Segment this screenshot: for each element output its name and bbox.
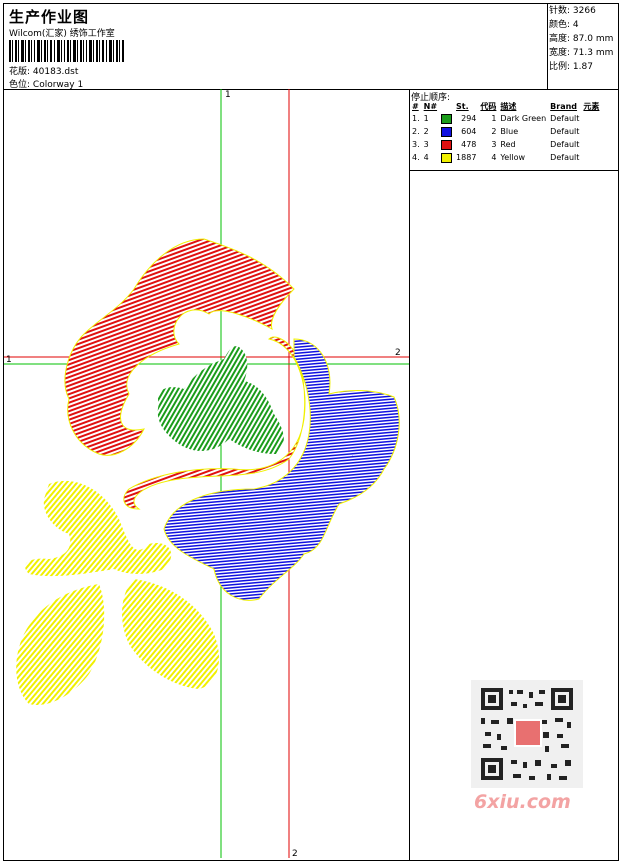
yellow-left-leaf bbox=[16, 584, 105, 705]
panel-divider bbox=[409, 89, 410, 860]
guide-label: 2 bbox=[292, 849, 298, 858]
barcode bbox=[9, 40, 124, 62]
table-header: # N# St. 代码 描述 Brand 元素 bbox=[412, 101, 600, 111]
color-swatch bbox=[441, 113, 453, 124]
design-info: 花版: 40183.dst bbox=[9, 64, 78, 77]
table-row: 3. 3 478 3 Red Default bbox=[412, 139, 580, 150]
color-swatch bbox=[441, 139, 453, 150]
qr-code bbox=[471, 680, 583, 788]
yellow-right-leaf bbox=[122, 579, 219, 689]
embroidery-preview: 1 2 1 2 bbox=[4, 89, 409, 858]
guide-label: 2 bbox=[395, 348, 401, 358]
stats-panel: 针数: 3266 颜色: 4 高度: 87.0 mm 宽度: 71.3 mm 比… bbox=[549, 4, 613, 74]
table-row: 4. 4 1887 4 Yellow Default bbox=[412, 152, 580, 163]
stop-sequence-table: # N# St. 代码 描述 Brand 元素 1. 1 294 1 Dark Gr… bbox=[410, 100, 601, 164]
stops-divider bbox=[409, 170, 618, 171]
stat-scale: 比例: 1.87 bbox=[549, 62, 593, 72]
color-swatch bbox=[441, 126, 453, 137]
yellow-bow bbox=[25, 480, 172, 577]
design-label: 花版: bbox=[9, 67, 31, 77]
guide-label: 1 bbox=[6, 355, 12, 365]
table-row: 1. 1 294 1 Dark Green Default bbox=[412, 113, 580, 124]
stats-divider bbox=[547, 4, 548, 89]
page-title: 生产作业图 bbox=[9, 8, 90, 26]
green-flower bbox=[157, 346, 284, 454]
guide-label: 1 bbox=[225, 90, 231, 100]
stat-stitches: 针数: 3266 bbox=[549, 6, 596, 16]
table-row: 2. 2 604 2 Blue Default bbox=[412, 126, 580, 137]
watermark-logo: 6xiu.com bbox=[474, 791, 571, 813]
color-swatch bbox=[441, 152, 453, 163]
design-file: 40183.dst bbox=[32, 67, 79, 77]
stat-colors: 颜色: 4 bbox=[549, 20, 579, 30]
stat-height: 高度: 87.0 mm bbox=[549, 34, 614, 44]
stat-width: 宽度: 71.3 mm bbox=[549, 48, 614, 58]
company-name: Wilcom(汇家) 绣饰工作室 bbox=[9, 29, 115, 39]
